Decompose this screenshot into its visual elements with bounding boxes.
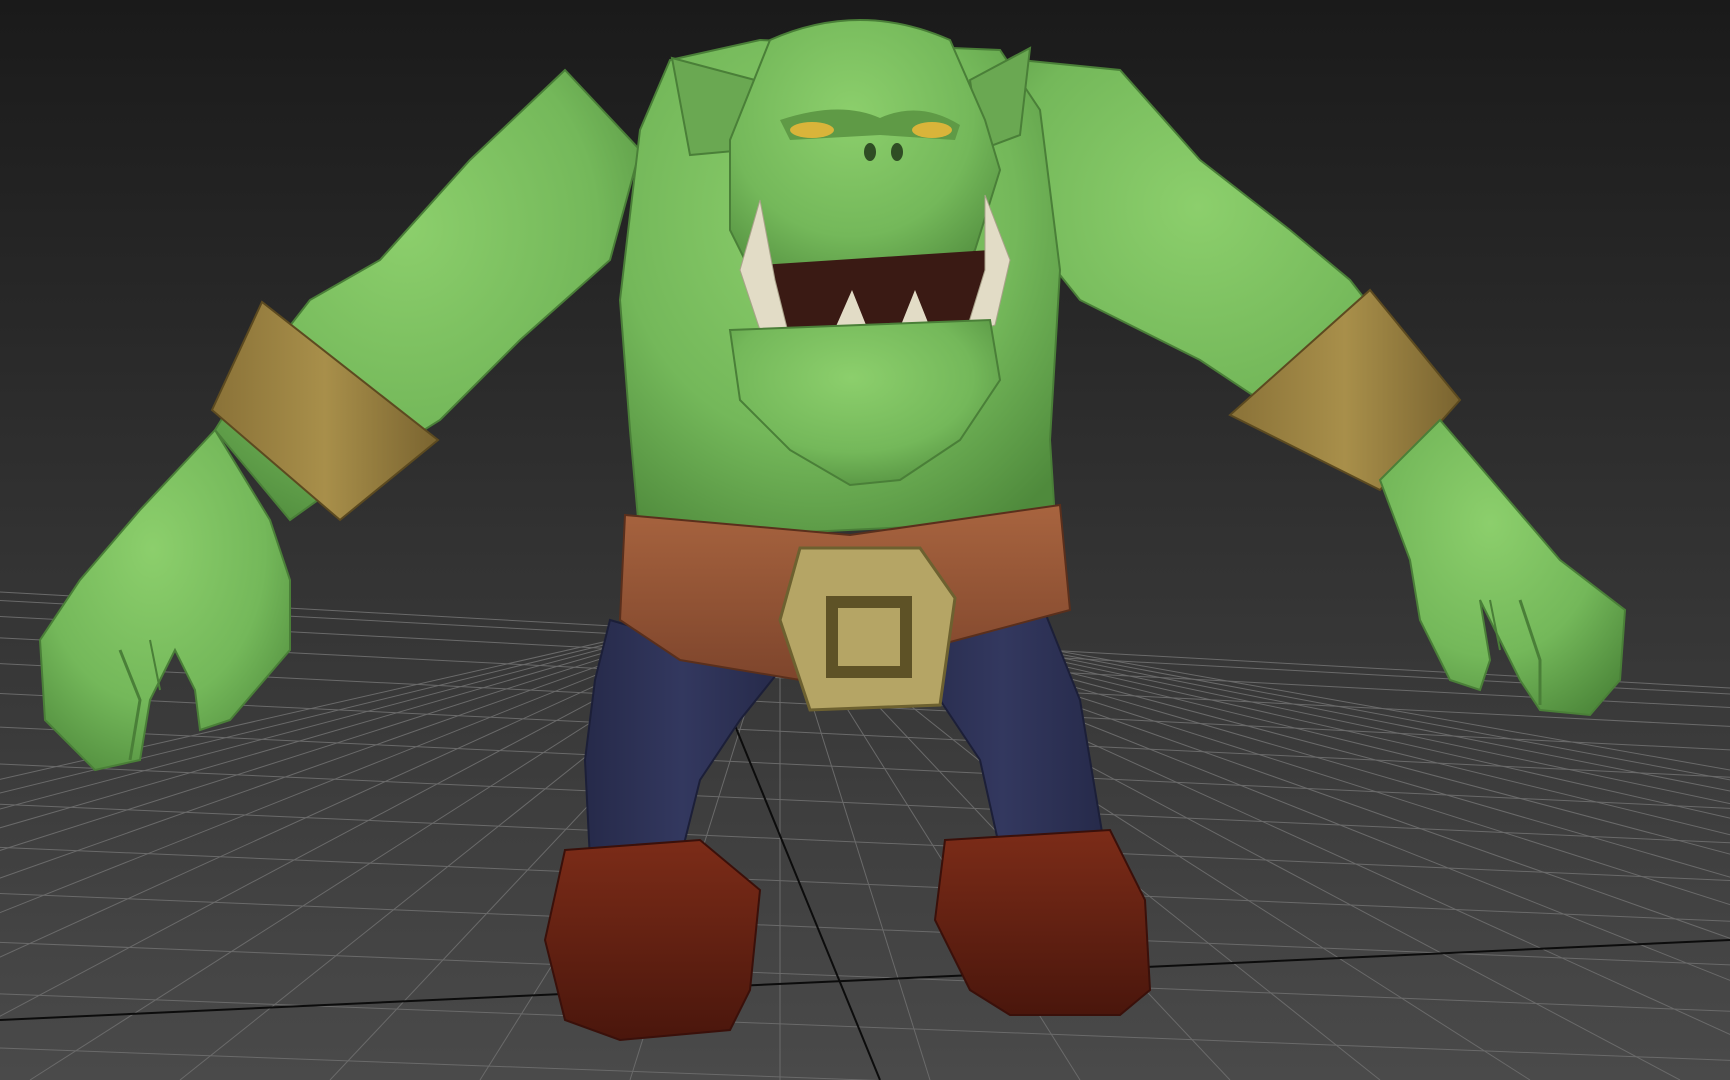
left-boot	[543, 838, 762, 1042]
right-eye	[912, 122, 952, 138]
right-nostril	[891, 143, 903, 161]
left-eye	[790, 122, 834, 138]
3d-viewport[interactable]	[0, 0, 1730, 1080]
belt-buckle	[778, 546, 957, 712]
left-nostril	[864, 143, 876, 161]
viewport-canvas[interactable]	[0, 0, 1730, 1080]
